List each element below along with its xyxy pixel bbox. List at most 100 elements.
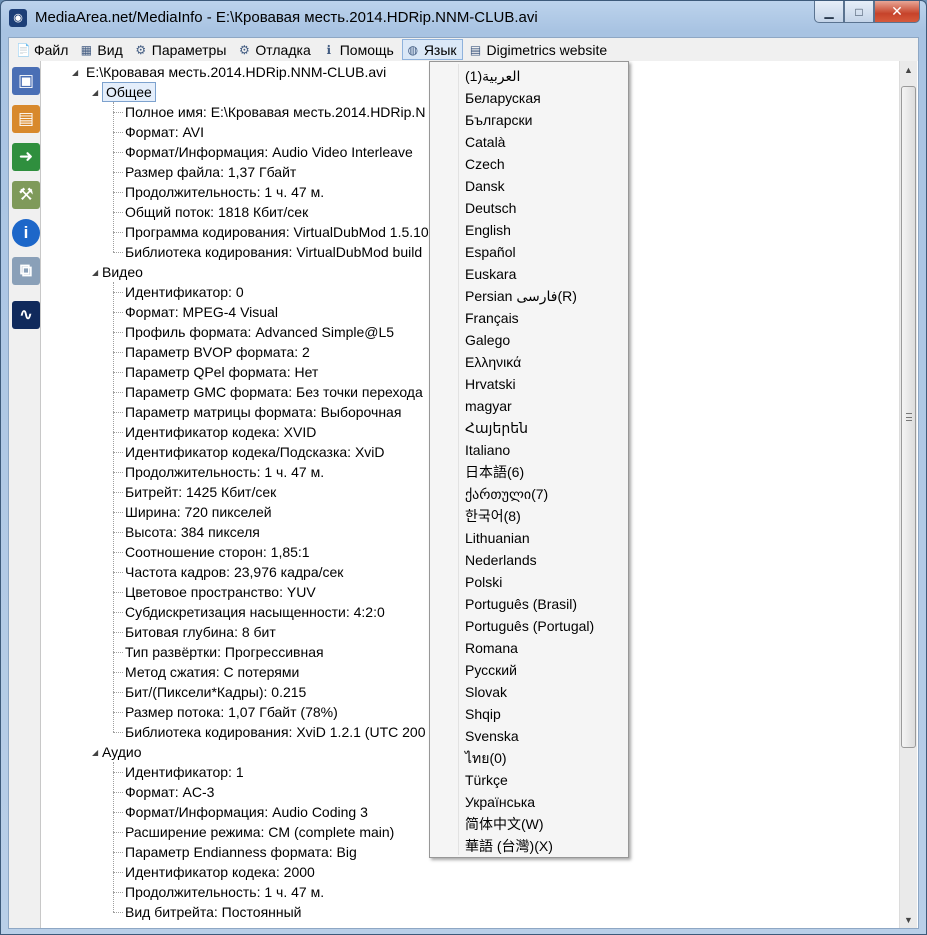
- language-option[interactable]: Español: [465, 241, 516, 263]
- language-option[interactable]: 華語 (台灣)(X): [465, 835, 553, 857]
- menu-item-settings[interactable]: ⚙ Параметры: [131, 39, 232, 60]
- minimize-button[interactable]: ▁: [814, 1, 844, 23]
- tree-item[interactable]: Идентификатор: 1: [125, 762, 244, 782]
- tree-item[interactable]: Вид битрейта: Постоянный: [125, 902, 302, 922]
- export-icon[interactable]: ➜: [12, 143, 40, 171]
- preferences-icon[interactable]: ⚒: [12, 181, 40, 209]
- menu-item-digimetrics[interactable]: ▤ Digimetrics website: [466, 39, 613, 60]
- tree-item[interactable]: Профиль формата: Advanced Simple@L5: [125, 322, 394, 342]
- info-icon[interactable]: i: [12, 219, 40, 247]
- language-option[interactable]: Svenska: [465, 725, 519, 747]
- open-file-icon[interactable]: ▣: [12, 67, 40, 95]
- language-option[interactable]: ไทย(0): [465, 747, 507, 769]
- language-option[interactable]: Deutsch: [465, 197, 516, 219]
- menu-item-globe[interactable]: ◍ Язык: [401, 39, 463, 60]
- tree-item[interactable]: Библиотека кодирования: XviD 1.2.1 (UTC …: [125, 722, 425, 742]
- tree-item[interactable]: Формат/Информация: Audio Video Interleav…: [125, 142, 413, 162]
- title-bar[interactable]: ◉ MediaArea.net/MediaInfo - E:\Кровавая …: [1, 1, 926, 35]
- tree-item[interactable]: Полное имя: E:\Кровавая месть.2014.HDRip…: [125, 102, 425, 122]
- language-option[interactable]: Русский: [465, 659, 517, 681]
- tree-item[interactable]: Субдискретизация насыщенности: 4:2:0: [125, 602, 385, 622]
- copy-icon[interactable]: ⧉: [12, 257, 40, 285]
- tree-item[interactable]: Формат: AVI: [125, 122, 204, 142]
- tree-section-0[interactable]: Общее: [102, 82, 156, 102]
- tree-item[interactable]: Общий поток: 1818 Кбит/сек: [125, 202, 308, 222]
- tree-item[interactable]: Формат: MPEG-4 Visual: [125, 302, 278, 322]
- scroll-thumb[interactable]: [901, 86, 916, 748]
- language-option[interactable]: ქართული(7): [465, 483, 548, 505]
- tree-item[interactable]: Тип развёртки: Прогрессивная: [125, 642, 324, 662]
- language-option[interactable]: Português (Brasil): [465, 593, 577, 615]
- tree-item[interactable]: Параметр матрицы формата: Выборочная: [125, 402, 401, 422]
- expand-arrow-icon[interactable]: ◢: [92, 268, 101, 277]
- tree-item[interactable]: Параметр BVOP формата: 2: [125, 342, 310, 362]
- tree-item[interactable]: Бит/(Пиксели*Кадры): 0.215: [125, 682, 306, 702]
- tree-item[interactable]: Соотношение сторон: 1,85:1: [125, 542, 310, 562]
- language-option[interactable]: Hrvatski: [465, 373, 516, 395]
- tree-item[interactable]: Частота кадров: 23,976 кадра/сек: [125, 562, 343, 582]
- tree-item[interactable]: Высота: 384 пикселя: [125, 522, 260, 542]
- language-option[interactable]: Հայերեն: [465, 417, 528, 439]
- language-option[interactable]: (العربية(1: [465, 65, 520, 87]
- tree-item[interactable]: Расширение режима: CM (complete main): [125, 822, 394, 842]
- tree-item[interactable]: Продолжительность: 1 ч. 47 м.: [125, 182, 324, 202]
- tree-item[interactable]: Параметр Endianness формата: Big: [125, 842, 357, 862]
- tree-item[interactable]: Размер файла: 1,37 Гбайт: [125, 162, 296, 182]
- tree-item[interactable]: Идентификатор кодека: 2000: [125, 862, 315, 882]
- tree-item[interactable]: Формат/Информация: Audio Coding 3: [125, 802, 368, 822]
- tree-root-file[interactable]: E:\Кровавая месть.2014.HDRip.NNM-CLUB.av…: [86, 62, 386, 82]
- tree-item[interactable]: Битрейт: 1425 Кбит/сек: [125, 482, 276, 502]
- language-option[interactable]: Português (Portugal): [465, 615, 594, 637]
- maximize-button[interactable]: □: [844, 1, 874, 23]
- language-option[interactable]: Italiano: [465, 439, 510, 461]
- tree-item[interactable]: Размер потока: 1,07 Гбайт (78%): [125, 702, 338, 722]
- language-option[interactable]: magyar: [465, 395, 512, 417]
- language-option[interactable]: Ελληνικά: [465, 351, 521, 373]
- close-button[interactable]: ✕: [874, 1, 920, 23]
- language-option[interactable]: 한국어(8): [465, 505, 521, 527]
- language-option[interactable]: Български: [465, 109, 532, 131]
- tree-section-2[interactable]: Аудио: [102, 742, 142, 762]
- tree-item[interactable]: Метод сжатия: С потерями: [125, 662, 299, 682]
- open-folder-icon[interactable]: ▤: [12, 105, 40, 133]
- menu-item-file[interactable]: 📄 Файл: [13, 39, 73, 60]
- language-option[interactable]: Polski: [465, 571, 502, 593]
- tree-item[interactable]: Цветовое пространство: YUV: [125, 582, 316, 602]
- tree-section-1[interactable]: Видео: [102, 262, 143, 282]
- language-option[interactable]: Lithuanian: [465, 527, 530, 549]
- language-option[interactable]: Slovak: [465, 681, 507, 703]
- language-option[interactable]: Persian فارسی(R): [465, 285, 577, 307]
- tree-item[interactable]: Продолжительность: 1 ч. 47 м.: [125, 462, 324, 482]
- tree-item[interactable]: Параметр GMC формата: Без точки перехода: [125, 382, 423, 402]
- scroll-down-icon[interactable]: ▼: [900, 911, 917, 928]
- menu-item-debug[interactable]: ⚙ Отладка: [234, 39, 315, 60]
- tree-item[interactable]: Битовая глубина: 8 бит: [125, 622, 276, 642]
- tree-item[interactable]: Ширина: 720 пикселей: [125, 502, 272, 522]
- language-option[interactable]: Català: [465, 131, 505, 153]
- tree-item[interactable]: Идентификатор: 0: [125, 282, 244, 302]
- tree-item[interactable]: Библиотека кодирования: VirtualDubMod bu…: [125, 242, 422, 262]
- language-option[interactable]: Shqip: [465, 703, 501, 725]
- tree-item[interactable]: Параметр QPel формата: Нет: [125, 362, 318, 382]
- language-option[interactable]: Euskara: [465, 263, 516, 285]
- scroll-up-icon[interactable]: ▲: [900, 61, 917, 78]
- language-option[interactable]: Беларуская: [465, 87, 541, 109]
- language-option[interactable]: 简体中文(W): [465, 813, 544, 835]
- menu-item-view[interactable]: ▦ Вид: [76, 39, 127, 60]
- expand-arrow-icon[interactable]: ◢: [92, 748, 101, 757]
- language-option[interactable]: Czech: [465, 153, 505, 175]
- tree-item[interactable]: Идентификатор кодека: XVID: [125, 422, 316, 442]
- tree-item[interactable]: Программа кодирования: VirtualDubMod 1.5…: [125, 222, 429, 242]
- expand-arrow-icon[interactable]: ◢: [72, 68, 81, 77]
- language-option[interactable]: Nederlands: [465, 549, 537, 571]
- language-option[interactable]: Dansk: [465, 175, 505, 197]
- vertical-scrollbar[interactable]: ▲ ▼: [899, 61, 917, 928]
- language-option[interactable]: 日本語(6): [465, 461, 524, 483]
- language-option[interactable]: Français: [465, 307, 519, 329]
- language-option[interactable]: Türkçe: [465, 769, 508, 791]
- tree-item[interactable]: Идентификатор кодека/Подсказка: XviD: [125, 442, 385, 462]
- tree-item[interactable]: Формат: AC-3: [125, 782, 214, 802]
- waveform-icon[interactable]: ∿: [12, 301, 40, 329]
- tree-item[interactable]: Продолжительность: 1 ч. 47 м.: [125, 882, 324, 902]
- expand-arrow-icon[interactable]: ◢: [92, 88, 101, 97]
